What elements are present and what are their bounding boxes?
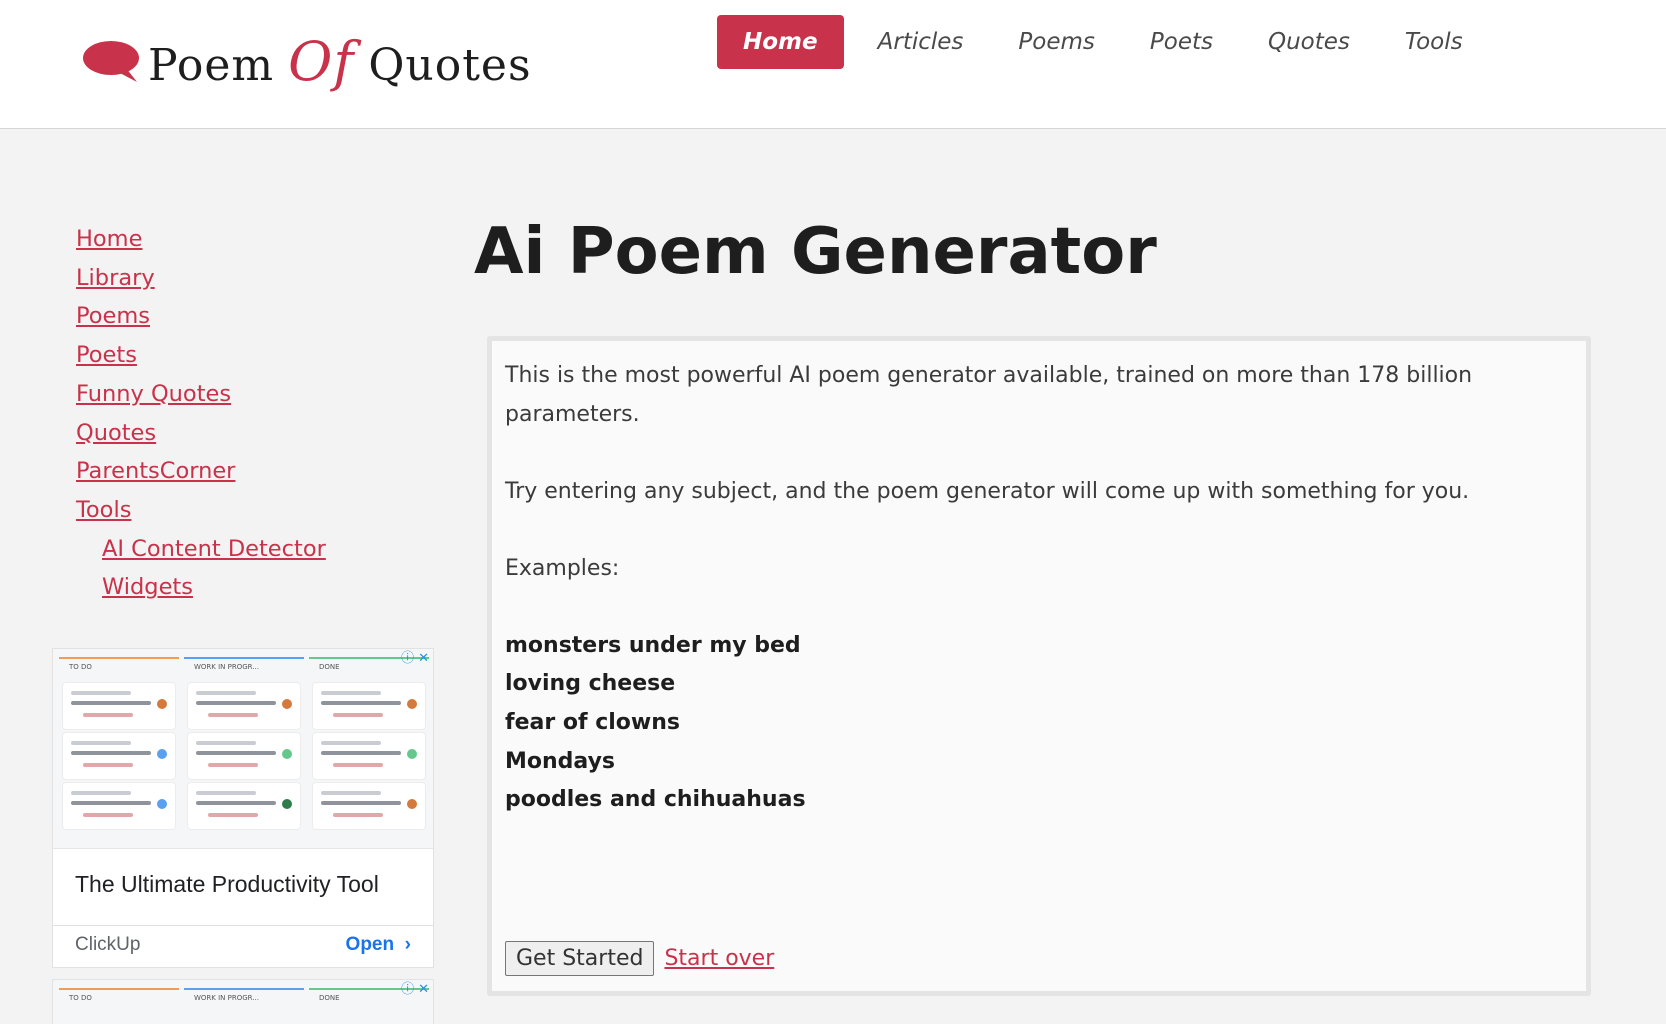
kanban-column: WORK IN PROGR...	[184, 657, 304, 848]
kanban-card	[188, 783, 300, 829]
sidebar-item-library[interactable]: Library	[76, 259, 155, 298]
nav-poems[interactable]: Poems	[1018, 15, 1094, 69]
kanban-column: WORK IN PROGR...	[184, 988, 304, 1024]
nav-quotes[interactable]: Quotes	[1268, 15, 1350, 69]
sidebar-item-funny-quotes[interactable]: Funny Quotes	[76, 375, 231, 414]
examples-list: monsters under my bed loving cheese fear…	[505, 627, 1566, 821]
logo-text: Poem Of Quotes	[148, 30, 532, 93]
nav-articles[interactable]: Articles	[878, 15, 964, 69]
ad-title[interactable]: The Ultimate Productivity Tool	[75, 871, 379, 898]
example-item: poodles and chihuahuas	[505, 787, 806, 813]
logo-word-quotes: Quotes	[368, 39, 532, 91]
ad-open-button[interactable]: Open ›	[346, 934, 411, 956]
ad-kanban-preview: TO DO WORK IN PROGR... DONE ⓘ ✕	[53, 649, 433, 849]
logo-word-poem: Poem	[148, 39, 275, 91]
ad-close-icon[interactable]: ✕	[418, 983, 429, 997]
kanban-card	[63, 783, 175, 829]
top-navigation: Home Articles Poems Poets Quotes Tools	[717, 15, 1518, 69]
kanban-card	[63, 683, 175, 729]
intro-text: This is the most powerful AI poem genera…	[505, 363, 1473, 427]
panel-body: This is the most powerful AI poem genera…	[505, 357, 1566, 820]
example-item: Mondays	[505, 748, 616, 774]
sidebar-item-parents-corner[interactable]: ParentsCorner	[76, 452, 235, 491]
ad-footer: ClickUp Open ›	[53, 925, 433, 967]
sidebar-menu: Home Library Poems Poets Funny Quotes Qu…	[76, 220, 436, 607]
kanban-card	[188, 683, 300, 729]
sidebar-item-tools[interactable]: Tools	[76, 491, 131, 530]
sidebar-ad-second[interactable]: TO DO WORK IN PROGR... DONE ⓘ ✕	[52, 979, 434, 1024]
instruction-text: Try entering any subject, and the poem g…	[505, 478, 1470, 504]
examples-label: Examples:	[505, 555, 620, 581]
sidebar-item-widgets[interactable]: Widgets	[102, 568, 193, 607]
chevron-right-icon: ›	[399, 934, 411, 955]
kanban-card	[63, 733, 175, 779]
sidebar-ad[interactable]: TO DO WORK IN PROGR... DONE ⓘ ✕ The Ulti…	[52, 648, 434, 968]
sidebar-item-ai-content-detector[interactable]: AI Content Detector	[102, 530, 326, 569]
example-item: loving cheese	[505, 671, 676, 697]
example-item: fear of clowns	[505, 709, 680, 735]
example-item: monsters under my bed	[505, 632, 801, 658]
sidebar-item-poems[interactable]: Poems	[76, 297, 150, 336]
nav-tools[interactable]: Tools	[1405, 15, 1463, 69]
kanban-column-header: TO DO	[59, 988, 179, 1010]
ad-brand: ClickUp	[75, 934, 141, 955]
kanban-column: TO DO	[59, 988, 179, 1024]
ad-info-icon[interactable]: ⓘ	[401, 983, 414, 997]
speech-bubble-logo-icon	[83, 41, 139, 82]
ad-kanban-preview: TO DO WORK IN PROGR... DONE ⓘ ✕	[53, 980, 433, 1024]
sidebar-item-home[interactable]: Home	[76, 220, 142, 259]
kanban-column-header: WORK IN PROGR...	[184, 657, 304, 679]
site-header: Poem Of Quotes Home Articles Poems Poets…	[0, 0, 1666, 129]
kanban-card	[313, 683, 425, 729]
kanban-card	[313, 733, 425, 779]
logo-word-of: Of	[288, 29, 355, 93]
nav-home[interactable]: Home	[717, 15, 844, 69]
kanban-card	[313, 783, 425, 829]
ad-close-icon[interactable]: ✕	[418, 652, 429, 666]
kanban-column: DONE	[309, 657, 429, 848]
panel-actions: Get Started Start over	[505, 941, 774, 976]
ad-controls: ⓘ ✕	[395, 651, 429, 667]
ad-info-icon[interactable]: ⓘ	[401, 652, 414, 666]
ad-open-label: Open	[345, 934, 395, 955]
kanban-card	[188, 733, 300, 779]
kanban-column-header: WORK IN PROGR...	[184, 988, 304, 1010]
kanban-column-header: TO DO	[59, 657, 179, 679]
nav-poets[interactable]: Poets	[1150, 15, 1213, 69]
site-logo[interactable]: Poem Of Quotes	[82, 26, 532, 96]
sidebar-item-quotes[interactable]: Quotes	[76, 414, 156, 453]
get-started-button[interactable]: Get Started	[505, 941, 655, 976]
kanban-column: TO DO	[59, 657, 179, 848]
ad-controls: ⓘ ✕	[395, 982, 429, 998]
sidebar-item-poets[interactable]: Poets	[76, 336, 137, 375]
start-over-link[interactable]: Start over	[664, 946, 774, 971]
page-title: Ai Poem Generator	[474, 215, 1157, 289]
poem-generator-panel: This is the most powerful AI poem genera…	[487, 336, 1591, 996]
